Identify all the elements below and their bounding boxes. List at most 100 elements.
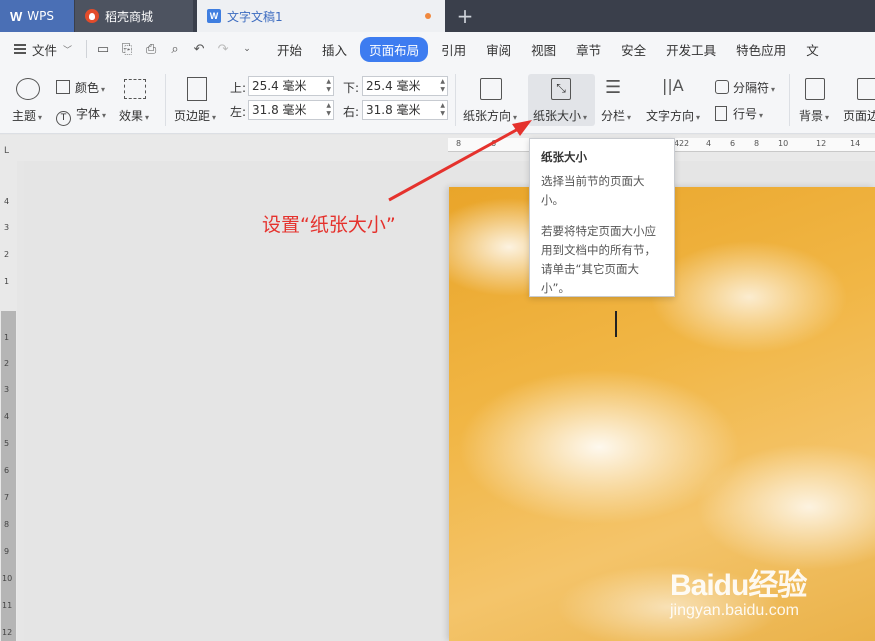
ruler-number: 12	[816, 139, 827, 148]
print-preview-icon[interactable]: ⌕	[167, 42, 183, 57]
bottom-margin-label: 下:	[343, 81, 360, 95]
menu-tab-review[interactable]: 审阅	[476, 37, 521, 62]
orientation-icon[interactable]	[480, 78, 502, 100]
menu-tab-view[interactable]: 视图	[521, 37, 566, 62]
spinner-arrows-icon[interactable]: ▲ ▼	[326, 78, 331, 94]
customize-toolbar-icon[interactable]: ⌄	[239, 44, 255, 54]
menu-tab-home[interactable]: 开始	[267, 37, 312, 62]
color-button[interactable]: 颜色 ▾	[56, 79, 105, 96]
ruler-number: 4	[4, 197, 10, 206]
document-icon: W	[207, 9, 221, 23]
redo-icon[interactable]: ↷	[215, 42, 231, 57]
left-margin-value: 31.8 毫米	[252, 103, 307, 117]
left-margin-input[interactable]: 31.8 毫米 ▲ ▼	[248, 100, 334, 120]
ribbon: 主题 ▾ 颜色 ▾ T 字体 ▾ 效果 ▾ 页边距 ▾ 上: 25.4 毫米 ▲ ▼ 左: 31…	[0, 66, 875, 134]
spinner-arrows-icon[interactable]: ▲ ▼	[440, 102, 445, 118]
paper-size-button[interactable]: 纸张大小 ▾	[533, 107, 587, 124]
right-margin-input[interactable]: 31.8 毫米 ▲ ▼	[362, 100, 448, 120]
ruler-number: 8	[754, 139, 760, 148]
theme-button[interactable]: 主题 ▾	[12, 107, 42, 124]
tab-wps[interactable]: W WPS	[0, 0, 74, 32]
right-margin-value: 31.8 毫米	[366, 103, 421, 117]
top-margin-input[interactable]: 25.4 毫米 ▲ ▼	[248, 76, 334, 96]
menu-tab-references[interactable]: 引用	[431, 37, 476, 62]
menu-tab-more[interactable]: 文	[796, 37, 829, 62]
vertical-ruler[interactable]: 4 3 2 1 1 2 3 4 5 6 7 8 9 10 11 12	[0, 161, 17, 641]
quick-access-toolbar: ▭ ⎘ ⎙ ⌕ ↶ ↷ ⌄	[86, 40, 255, 58]
menu-tab-security[interactable]: 安全	[611, 37, 656, 62]
menu-tab-special[interactable]: 特色应用	[726, 37, 796, 62]
line-number-label: 行号	[733, 107, 758, 121]
tab-store[interactable]: 稻壳商城	[75, 0, 193, 32]
background-button[interactable]: 背景 ▾	[799, 107, 829, 124]
menu-tab-page-layout[interactable]: 页面布局	[360, 36, 429, 62]
text-direction-label: 文字方向	[646, 109, 695, 123]
orientation-button[interactable]: 纸张方向 ▾	[463, 107, 517, 124]
top-margin-value: 25.4 毫米	[252, 79, 307, 93]
section-break-icon	[715, 80, 729, 94]
flame-icon	[85, 9, 99, 23]
left-margin-label: 左:	[230, 105, 247, 119]
undo-icon[interactable]: ↶	[191, 42, 207, 57]
ruler-number: 6	[491, 139, 497, 148]
background-icon[interactable]	[805, 78, 825, 100]
bottom-margin-input[interactable]: 25.4 毫米 ▲ ▼	[362, 76, 448, 96]
font-button[interactable]: T 字体 ▾	[56, 105, 106, 126]
line-number-button[interactable]: 行号 ▾	[715, 105, 763, 122]
tab-store-label: 稻壳商城	[105, 9, 154, 24]
margin-button[interactable]: 页边距 ▾	[174, 107, 216, 124]
columns-button[interactable]: 分栏 ▾	[601, 107, 631, 124]
columns-icon[interactable]: ☰	[605, 78, 621, 98]
page-border-icon[interactable]	[857, 78, 875, 100]
print-icon[interactable]: ⎙	[143, 42, 159, 57]
new-tab-button[interactable]: +	[447, 0, 483, 32]
separator-label: 分隔符	[733, 81, 770, 95]
page-border-button[interactable]: 页面边	[843, 107, 875, 124]
spinner-arrows-icon[interactable]: ▲ ▼	[440, 78, 445, 94]
ruler-number: 11	[2, 601, 13, 610]
ruler-number: 4	[706, 139, 712, 148]
ruler-number: 6	[4, 466, 10, 475]
margin-icon[interactable]	[187, 77, 207, 101]
effect-button[interactable]: 效果 ▾	[119, 107, 149, 124]
ruler-number: 3	[4, 223, 10, 232]
ruler-number: 10	[2, 574, 13, 583]
background-label: 背景	[799, 109, 824, 123]
ruler-number: 7	[4, 493, 10, 502]
ruler-number: 12	[2, 628, 13, 637]
separator-button[interactable]: 分隔符 ▾	[715, 79, 775, 96]
text-direction-button[interactable]: 文字方向 ▾	[646, 107, 700, 124]
baidu-jingyan-watermark: Baidu经验 jingyan.baidu.com	[670, 560, 807, 620]
tab-wps-label: WPS	[27, 9, 54, 23]
ruler-number: 2	[4, 250, 10, 259]
ruler-number: 5	[4, 439, 10, 448]
ruler-number: 3	[4, 385, 10, 394]
hamburger-icon	[14, 44, 26, 54]
paper-size-tooltip: 纸张大小 选择当前节的页面大小。 若要将特定页面大小应用到文档中的所有节，请单击…	[529, 138, 675, 297]
file-menu-button[interactable]: 文件 ﹀	[14, 40, 72, 59]
ruler-number: 10	[778, 139, 789, 148]
tab-stop-selector[interactable]: L	[4, 146, 9, 156]
ruler-number: 8	[4, 520, 10, 529]
page-border-label: 页面边	[843, 109, 875, 123]
effect-icon[interactable]	[124, 79, 146, 99]
ruler-number: 8	[456, 139, 462, 148]
tab-document[interactable]: W 文字文稿1	[197, 0, 445, 32]
palette-icon[interactable]	[16, 78, 40, 100]
save-icon[interactable]: ▭	[95, 42, 111, 57]
text-cursor	[615, 311, 617, 337]
orientation-label: 纸张方向	[463, 109, 512, 123]
tab-document-label: 文字文稿1	[227, 9, 283, 24]
ribbon-separator	[165, 74, 166, 126]
menu-tab-insert[interactable]: 插入	[312, 37, 357, 62]
spinner-arrows-icon[interactable]: ▲ ▼	[326, 102, 331, 118]
font-icon: T	[56, 111, 71, 126]
file-menu-label: 文件	[32, 42, 58, 58]
menu-tab-section[interactable]: 章节	[566, 37, 611, 62]
ruler-number: 1	[4, 277, 10, 286]
annotation-label: 设置“纸张大小”	[262, 214, 396, 236]
paper-size-icon[interactable]: ⤡	[551, 78, 571, 100]
menu-tab-developer[interactable]: 开发工具	[656, 37, 726, 62]
text-direction-icon[interactable]: ||A	[662, 76, 684, 95]
export-icon[interactable]: ⎘	[119, 42, 135, 57]
